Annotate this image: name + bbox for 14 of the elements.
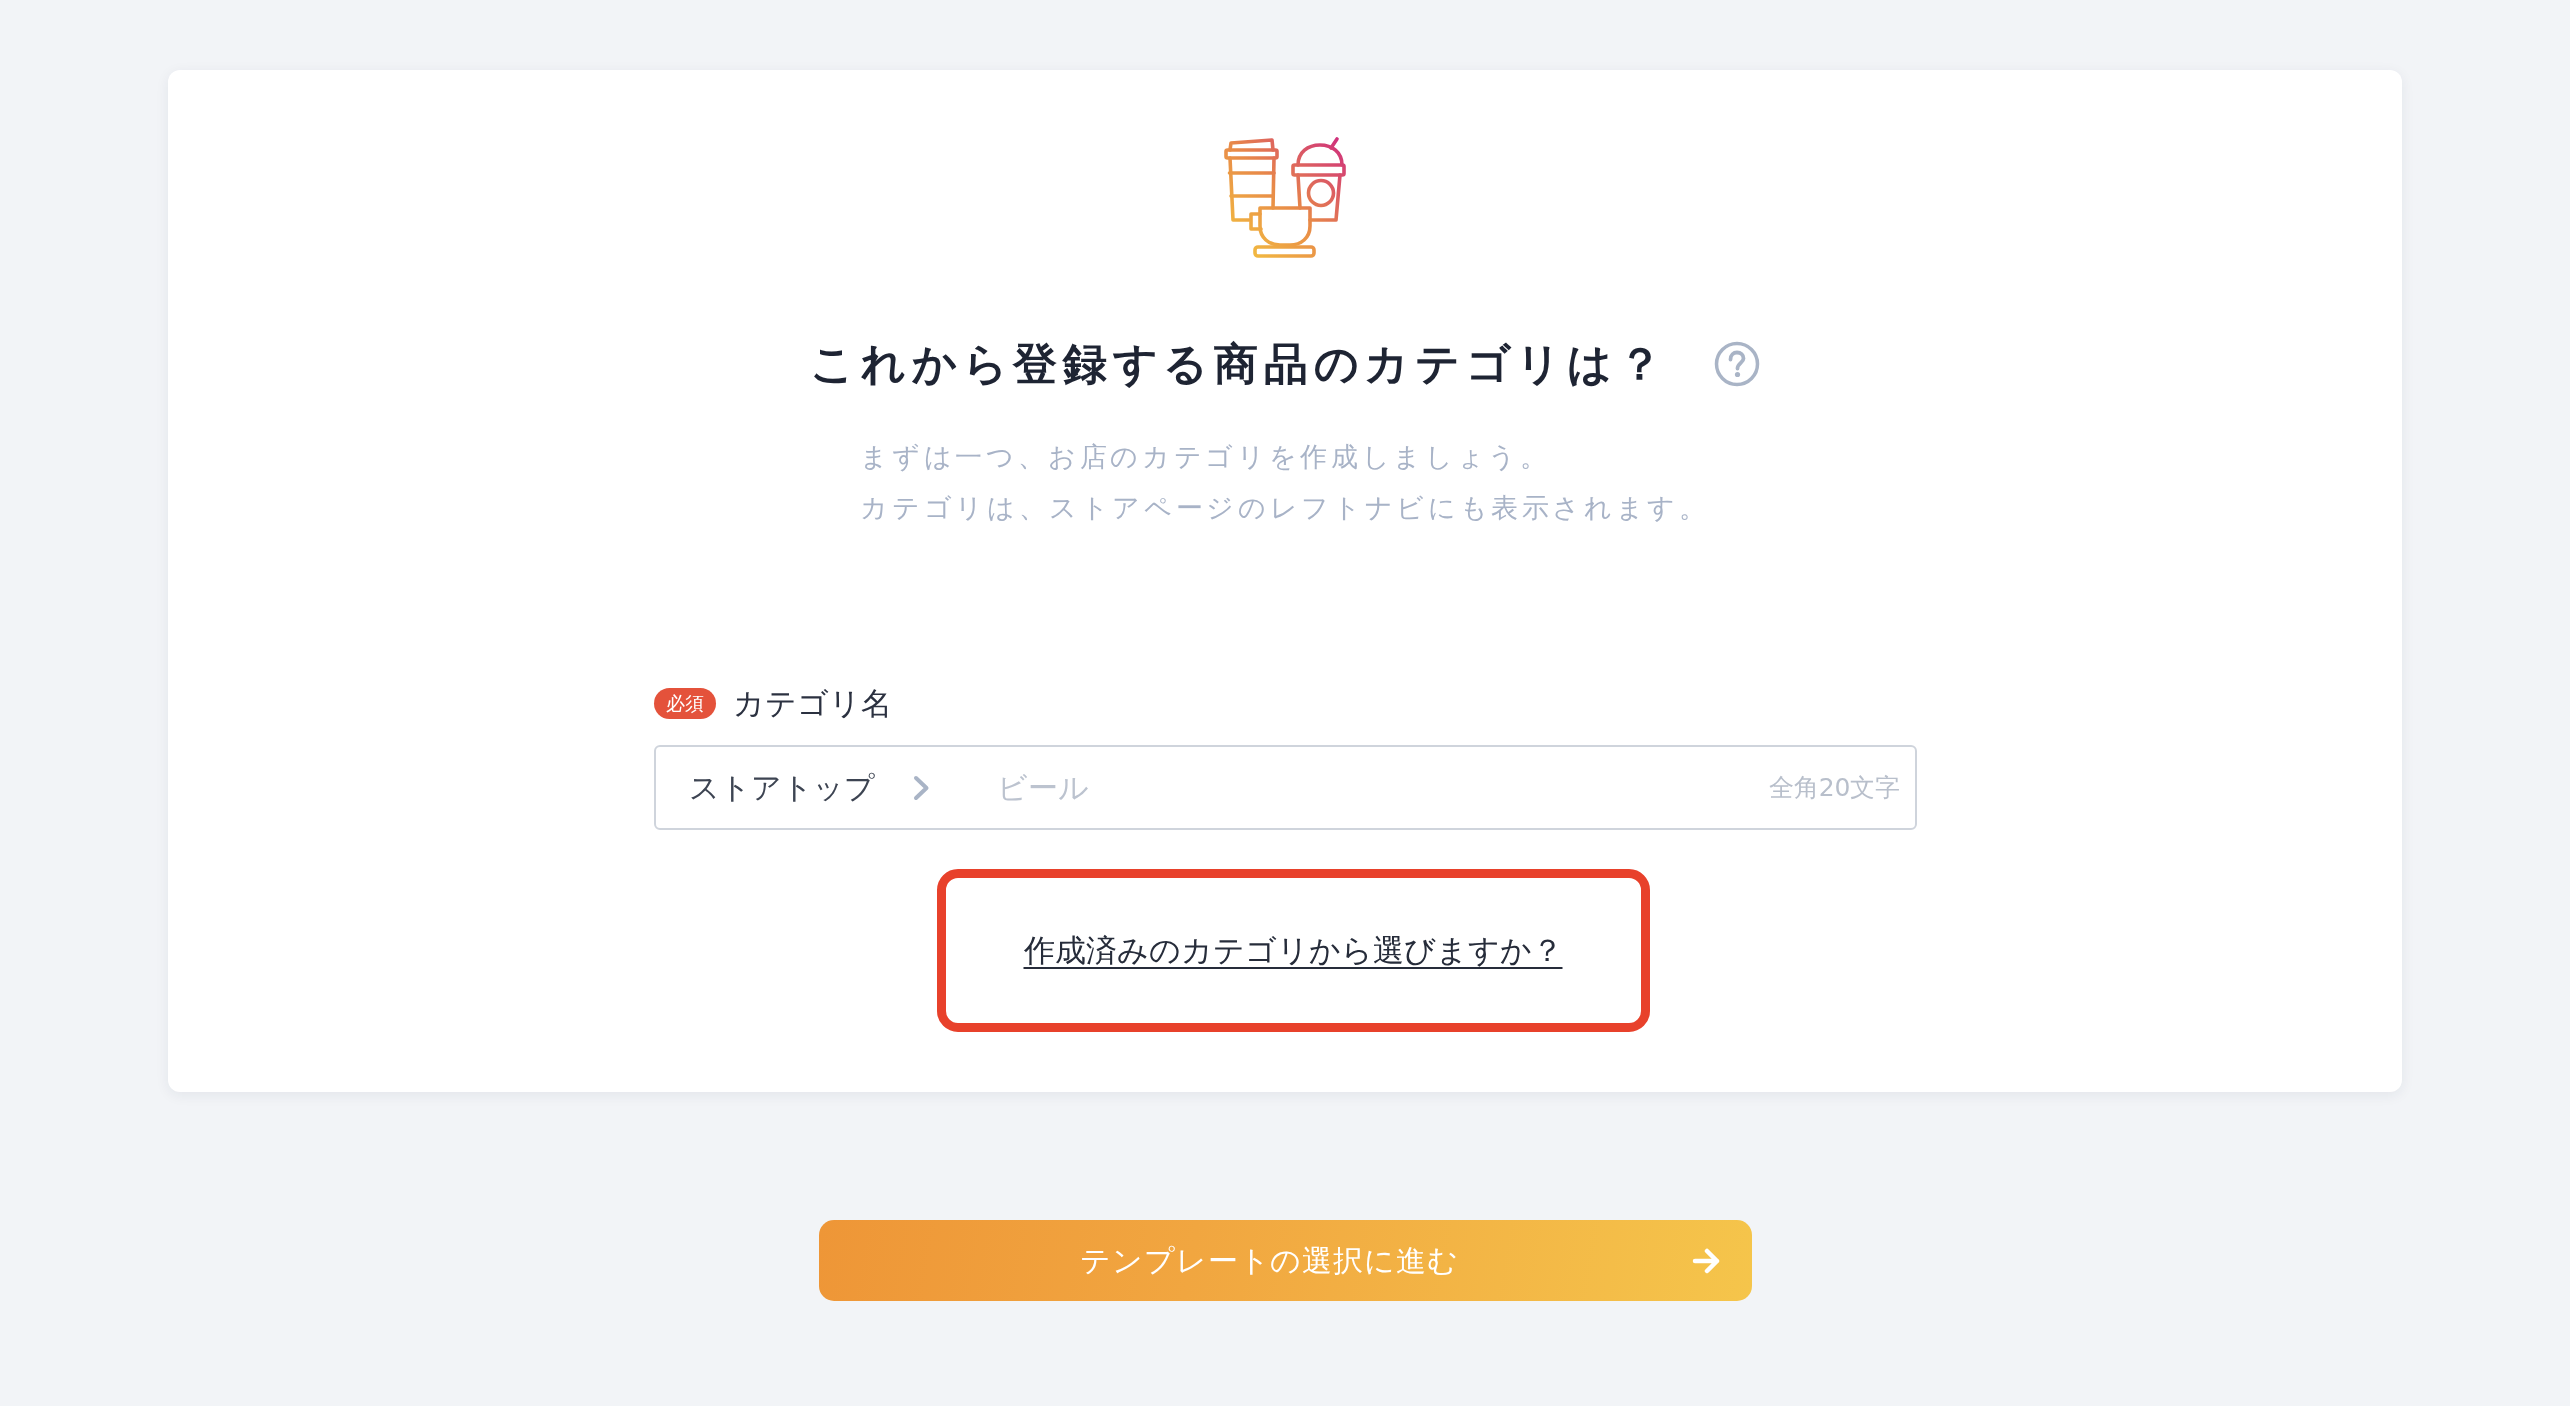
chevron-icon xyxy=(911,774,930,801)
input-field[interactable]: ビール xyxy=(996,759,1753,816)
help-icon[interactable] xyxy=(1713,340,1760,387)
drinks-icon xyxy=(1222,136,1348,260)
description-text: まずは一つ、お店のカテゴリを作成しましょう。 xyxy=(860,440,1551,474)
field-label: カテゴリ名 xyxy=(732,684,892,723)
description-text: カテゴリは、ストアページのレフトナビにも表示されます。 xyxy=(860,491,1710,525)
page-title: これから登録する商品のカテゴリは？ xyxy=(810,337,1668,390)
required-badge: 必須 xyxy=(653,688,716,719)
existing-category-link[interactable]: 作成済みのカテゴリから選びますか？ xyxy=(1023,927,1563,974)
arrow-right-icon xyxy=(1691,1246,1721,1275)
breadcrumb-text: ストアトップ xyxy=(688,769,875,807)
character-limit-text: 全角20文字 xyxy=(1768,771,1901,804)
category-field[interactable]: ストアトップ ビール 全角20文字 xyxy=(653,745,1917,830)
